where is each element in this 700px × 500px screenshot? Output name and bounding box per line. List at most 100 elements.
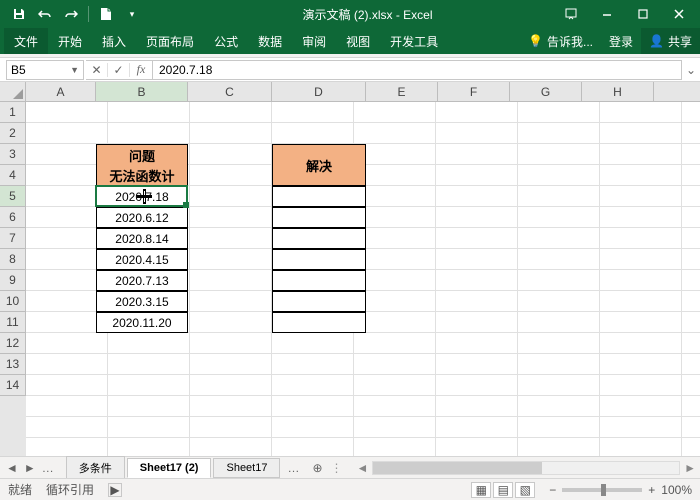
- worksheet-grid: A B C D E F G H 1 2 3 4 5 6 7 8 9 10 11 …: [0, 82, 700, 456]
- cells-area[interactable]: 问题 无法函数计 2020.7.18 2020.6.12 2020.8.14 2…: [26, 102, 700, 456]
- page-layout-icon[interactable]: ▤: [493, 482, 513, 498]
- tell-me[interactable]: 💡告诉我...: [520, 28, 601, 54]
- maximize-icon[interactable]: [626, 0, 660, 28]
- sheet-tab-bar: ◄ ► … 多条件 Sheet17 (2) Sheet17 … ⊕ ⋮ ◄ ►: [0, 456, 700, 478]
- share-label: 共享: [668, 33, 692, 50]
- sheet-tab[interactable]: 多条件: [66, 456, 125, 480]
- tab-data[interactable]: 数据: [248, 28, 292, 54]
- sheet-more-icon[interactable]: …: [42, 461, 54, 475]
- ribbon-options-icon[interactable]: [554, 0, 588, 28]
- tab-home[interactable]: 开始: [48, 28, 92, 54]
- normal-view-icon[interactable]: ▦: [471, 482, 491, 498]
- new-icon[interactable]: [97, 5, 115, 23]
- zoom-control: − + 100%: [549, 483, 692, 497]
- row-header[interactable]: 1: [0, 102, 26, 123]
- cell[interactable]: 2020.3.15: [96, 291, 188, 312]
- scrollbar-thumb[interactable]: [373, 462, 541, 474]
- cell[interactable]: 2020.8.14: [96, 228, 188, 249]
- tab-review[interactable]: 审阅: [292, 28, 336, 54]
- redo-icon[interactable]: [62, 5, 80, 23]
- row-header[interactable]: 8: [0, 249, 26, 270]
- cell[interactable]: [272, 291, 366, 312]
- col-header[interactable]: D: [272, 82, 366, 101]
- sheet-prev-icon[interactable]: ◄: [6, 461, 18, 475]
- tab-formula[interactable]: 公式: [204, 28, 248, 54]
- col-header[interactable]: E: [366, 82, 438, 101]
- cell-header[interactable]: 问题: [96, 144, 188, 165]
- tab-splitter[interactable]: ⋮: [330, 461, 336, 475]
- share-button[interactable]: 👤共享: [641, 28, 700, 54]
- row-header[interactable]: 4: [0, 165, 26, 186]
- login-button[interactable]: 登录: [601, 28, 641, 54]
- sheet-tab-active[interactable]: Sheet17 (2): [127, 458, 212, 478]
- close-icon[interactable]: [662, 0, 696, 28]
- save-icon[interactable]: [10, 5, 28, 23]
- sheet-next-icon[interactable]: ►: [24, 461, 36, 475]
- formula-input[interactable]: 2020.7.18: [153, 60, 682, 80]
- cell-header[interactable]: 解决: [272, 144, 366, 186]
- formula-bar: B5▼ ✕ ✓ fx 2020.7.18 ⌄: [0, 58, 700, 82]
- sheet-tab[interactable]: Sheet17: [213, 458, 280, 478]
- cell[interactable]: 2020.7.13: [96, 270, 188, 291]
- expand-formula-icon[interactable]: ⌄: [682, 63, 700, 77]
- zoom-in-icon[interactable]: +: [648, 483, 655, 497]
- col-header[interactable]: C: [188, 82, 272, 101]
- horizontal-scrollbar[interactable]: ◄ ►: [352, 461, 700, 475]
- formula-buttons: ✕ ✓ fx: [86, 60, 153, 80]
- row-header[interactable]: 11: [0, 312, 26, 333]
- window-controls: [554, 0, 696, 28]
- cell[interactable]: [272, 207, 366, 228]
- cell[interactable]: 2020.6.12: [96, 207, 188, 228]
- row-header[interactable]: 5: [0, 186, 26, 207]
- cell[interactable]: 2020.4.15: [96, 249, 188, 270]
- fx-icon[interactable]: fx: [130, 62, 152, 77]
- tab-file[interactable]: 文件: [4, 28, 48, 54]
- name-box[interactable]: B5▼: [6, 60, 84, 80]
- cell[interactable]: [272, 312, 366, 333]
- col-header[interactable]: B: [96, 82, 188, 101]
- page-break-icon[interactable]: ▧: [515, 482, 535, 498]
- row-header[interactable]: 14: [0, 375, 26, 396]
- column-headers: A B C D E F G H: [0, 82, 700, 102]
- row-header[interactable]: 7: [0, 228, 26, 249]
- row-header[interactable]: 9: [0, 270, 26, 291]
- sheet-more-dots[interactable]: …: [282, 460, 304, 476]
- row-headers: 1 2 3 4 5 6 7 8 9 10 11 12 13 14: [0, 102, 26, 456]
- minimize-icon[interactable]: [590, 0, 624, 28]
- zoom-percent[interactable]: 100%: [661, 483, 692, 497]
- tab-layout[interactable]: 页面布局: [136, 28, 204, 54]
- col-header[interactable]: A: [26, 82, 96, 101]
- select-all-corner[interactable]: [0, 82, 26, 101]
- tab-insert[interactable]: 插入: [92, 28, 136, 54]
- cell[interactable]: [272, 186, 366, 207]
- col-header[interactable]: G: [510, 82, 582, 101]
- row-header[interactable]: 10: [0, 291, 26, 312]
- cell[interactable]: [272, 249, 366, 270]
- row-header[interactable]: 12: [0, 333, 26, 354]
- new-sheet-icon[interactable]: ⊕: [306, 460, 328, 476]
- undo-icon[interactable]: [36, 5, 54, 23]
- cancel-icon[interactable]: ✕: [86, 63, 108, 77]
- cell[interactable]: [272, 270, 366, 291]
- status-bar: 就绪 循环引用 ▶ ▦ ▤ ▧ − + 100%: [0, 478, 700, 500]
- qat-separator: [88, 6, 89, 22]
- cell-header[interactable]: 无法函数计: [96, 165, 188, 186]
- tell-me-label: 告诉我...: [547, 33, 593, 50]
- record-macro-icon[interactable]: ▶: [108, 483, 122, 497]
- chevron-down-icon[interactable]: ▼: [70, 65, 79, 75]
- row-header[interactable]: 13: [0, 354, 26, 375]
- row-header[interactable]: 6: [0, 207, 26, 228]
- qat-dropdown-icon[interactable]: ▾: [123, 5, 141, 23]
- tab-view[interactable]: 视图: [336, 28, 380, 54]
- enter-icon[interactable]: ✓: [108, 63, 130, 77]
- col-header[interactable]: H: [582, 82, 654, 101]
- tab-developer[interactable]: 开发工具: [380, 28, 448, 54]
- zoom-slider[interactable]: [562, 488, 642, 492]
- col-header[interactable]: F: [438, 82, 510, 101]
- cell[interactable]: [272, 228, 366, 249]
- cell[interactable]: 2020.7.18: [96, 186, 188, 207]
- zoom-out-icon[interactable]: −: [549, 483, 556, 497]
- row-header[interactable]: 2: [0, 123, 26, 144]
- cell[interactable]: 2020.11.20: [96, 312, 188, 333]
- row-header[interactable]: 3: [0, 144, 26, 165]
